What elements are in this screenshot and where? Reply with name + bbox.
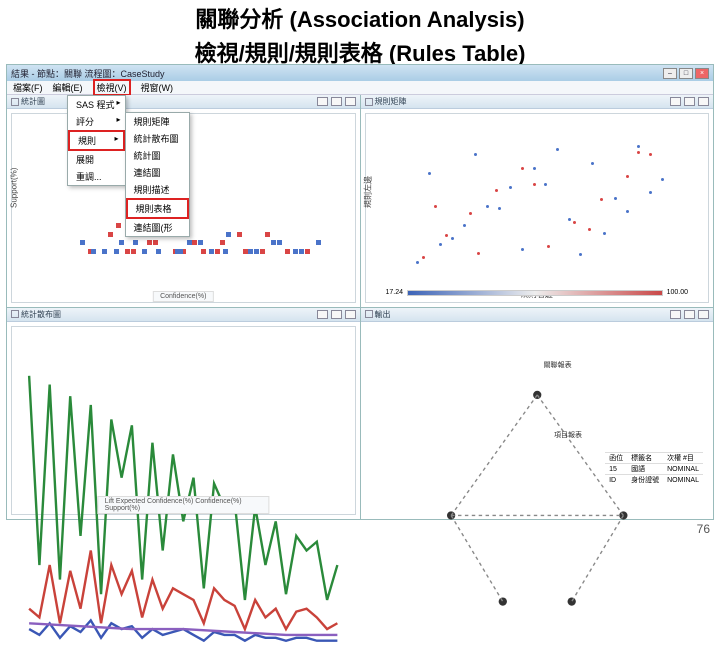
dd-score[interactable]: 評分 [68, 113, 125, 130]
menu-edit[interactable]: 編輯(E) [53, 81, 83, 94]
menubar: 檔案(F) 編輯(E) 檢視(V) 視窗(W) SAS 程式 評分 規則 展開 … [7, 81, 713, 95]
net-label-1: 關聯報表 [544, 360, 572, 370]
minimize-button[interactable]: – [663, 68, 677, 79]
pane-min-icon[interactable] [317, 97, 328, 106]
pane-max-icon[interactable] [331, 97, 342, 106]
tl-legend: Confidence(%) [153, 291, 213, 302]
sm-stat[interactable]: 統計圖 [126, 147, 189, 164]
sm-table[interactable]: 規則表格 [126, 198, 189, 219]
pane-scatter: 統計散布圖 規則數目 Lift Expected Confidence(%) C… [7, 308, 360, 520]
dd-rules[interactable]: 規則 [68, 130, 125, 151]
sm-desc[interactable]: 規則描述 [126, 181, 189, 198]
pane-max-icon[interactable] [684, 97, 695, 106]
pane-output: 輸出 關聯報表 項目報表 [361, 308, 714, 520]
pane-close-icon[interactable] [698, 97, 709, 106]
grad-min: 17.24 [386, 289, 404, 296]
menu-view[interactable]: 檢視(V) [93, 79, 131, 96]
sm-link[interactable]: 連結圖 [126, 164, 189, 181]
pane-min-icon[interactable] [317, 310, 328, 319]
network-svg [365, 326, 710, 670]
sm-linkshape[interactable]: 連結圖(形 [126, 219, 189, 236]
pin-icon[interactable] [365, 310, 373, 318]
tr-ylabel: 規則左邊 [362, 176, 373, 208]
slide-title: 關聯分析 (Association Analysis) [0, 0, 720, 36]
menu-file[interactable]: 檔案(F) [13, 81, 43, 94]
sm-scatter[interactable]: 統計散布圖 [126, 130, 189, 147]
line-plot[interactable]: 規則數目 Lift Expected Confidence(%) Confide… [11, 326, 356, 516]
app-title: 結果 - 節點：關聯 流程圖：CaseStudy [11, 67, 165, 80]
matrix-plot[interactable]: 規則左邊 規則右邊 17.24 100.00 [365, 113, 710, 303]
color-gradient: 17.24 100.00 [386, 288, 689, 298]
sm-matrix[interactable]: 規則矩陣 [126, 113, 189, 130]
bl-legend: Lift Expected Confidence(%) Confidence(%… [98, 496, 269, 514]
pane-close-icon[interactable] [345, 97, 356, 106]
output-table: 函位標籤名次權 #目 15國語NOMINAL ID身份證號NOMINAL [605, 452, 703, 485]
pane-min-icon[interactable] [670, 97, 681, 106]
pane-close-icon[interactable] [698, 310, 709, 319]
app-window: 結果 - 節點：關聯 流程圖：CaseStudy – □ × 檔案(F) 編輯(… [6, 64, 714, 520]
pane-max-icon[interactable] [684, 310, 695, 319]
pane-tl-title: 統計圖 [21, 96, 314, 107]
pane-min-icon[interactable] [670, 310, 681, 319]
pane-close-icon[interactable] [345, 310, 356, 319]
pane-max-icon[interactable] [331, 310, 342, 319]
pane-tr-title: 規則矩陣 [375, 96, 668, 107]
pin-icon[interactable] [11, 310, 19, 318]
tl-ylabel: Support(%) [10, 167, 19, 207]
dd-expand[interactable]: 展開 [68, 151, 125, 168]
view-dropdown: SAS 程式 評分 規則 展開 重調... 規則矩陣 統計散布圖 統計圖 連結圖… [67, 95, 126, 186]
pane-br-title: 輸出 [375, 309, 668, 320]
net-label-2: 項目報表 [554, 430, 582, 440]
dd-resize[interactable]: 重調... [68, 168, 125, 185]
dd-sas[interactable]: SAS 程式 [68, 96, 125, 113]
output-plot[interactable]: 關聯報表 項目報表 函位標籤名次權 #目 15國語NOMINAL ID身份證號N… [365, 326, 710, 516]
pane-rule-matrix: 規則矩陣 規則左邊 規則右邊 17.24 100.00 [361, 95, 714, 307]
rules-submenu: 規則矩陣 統計散布圖 統計圖 連結圖 規則描述 規則表格 連結圖(形 [125, 112, 190, 237]
maximize-button[interactable]: □ [679, 68, 693, 79]
grad-max: 100.00 [667, 289, 688, 296]
pane-bl-title: 統計散布圖 [21, 309, 314, 320]
menu-window[interactable]: 視窗(W) [141, 81, 174, 94]
close-button[interactable]: × [695, 68, 709, 79]
pin-icon[interactable] [11, 98, 19, 106]
pin-icon[interactable] [365, 98, 373, 106]
